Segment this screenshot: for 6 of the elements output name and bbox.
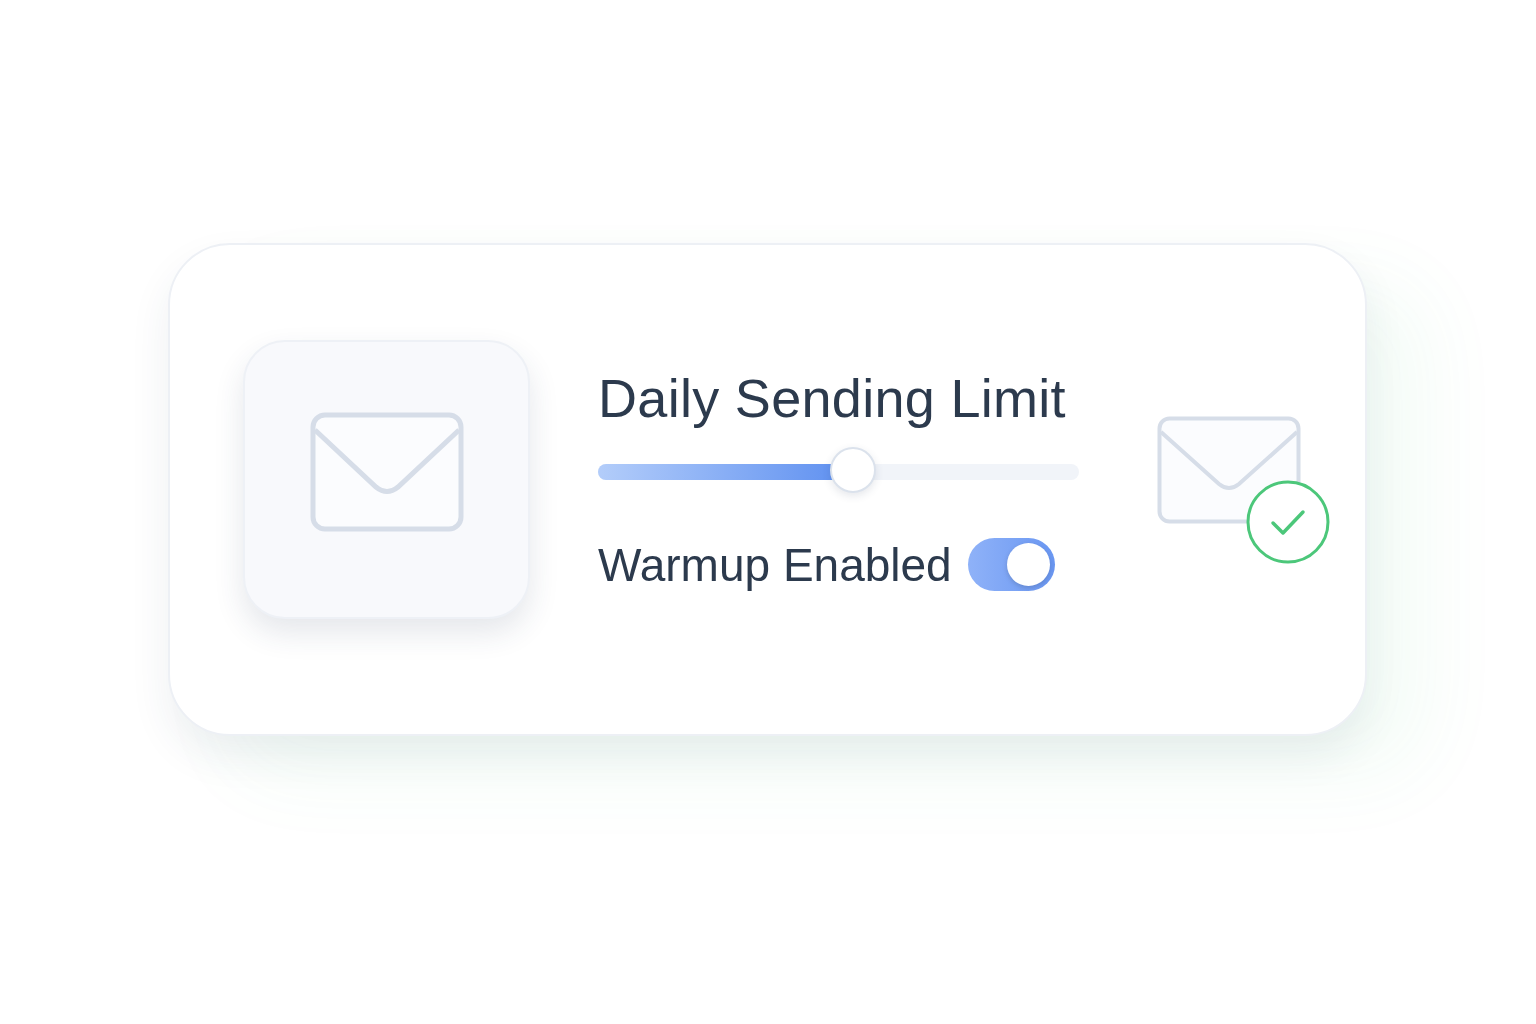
- envelope-icon: [309, 412, 464, 532]
- setting-title: Daily Sending Limit: [598, 367, 1067, 428]
- check-badge-icon: [1246, 479, 1330, 564]
- slider-thumb[interactable]: [829, 446, 876, 493]
- toggle-label: Warmup Enabled: [598, 537, 952, 592]
- toggle-switch[interactable]: [967, 538, 1055, 591]
